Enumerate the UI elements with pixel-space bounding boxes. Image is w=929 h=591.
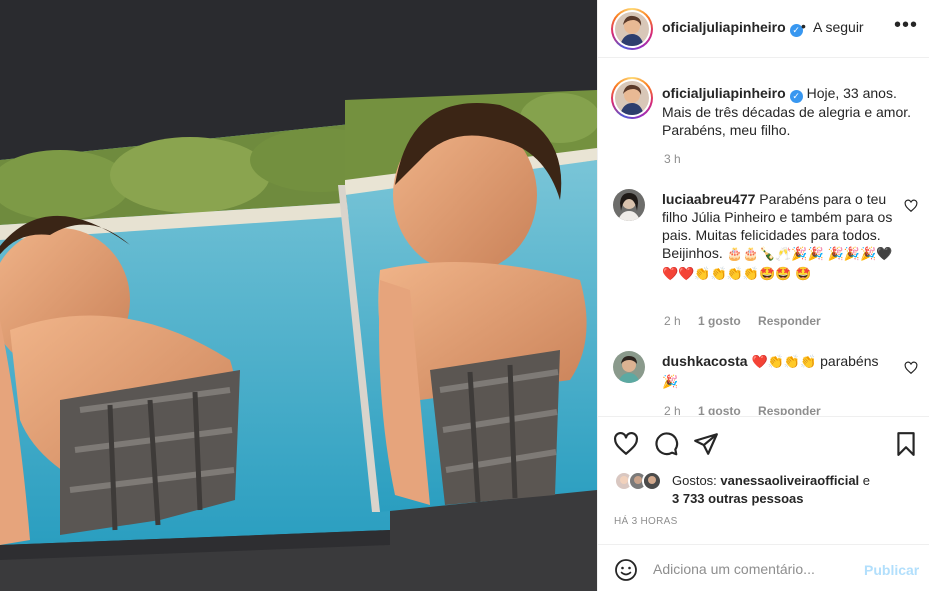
- publish-button[interactable]: Publicar: [864, 562, 919, 578]
- author-avatar[interactable]: [611, 8, 653, 50]
- comments-list[interactable]: oficialjuliapinheiro ✓ Hoje, 33 anos. Mai…: [598, 59, 929, 415]
- like-heart-icon[interactable]: [613, 431, 639, 457]
- comment-body: parabéns: [820, 353, 879, 369]
- comment-bubble-icon[interactable]: [653, 431, 679, 457]
- post-actions: Gostos: vanessaoliveiraofficial e 3 733 …: [598, 416, 929, 544]
- comment-text: luciaabreu477 Parabéns para o teu filho …: [662, 190, 894, 284]
- comment-input[interactable]: [653, 557, 853, 581]
- comment-meta: 2 h 1 gosto Responder: [664, 404, 835, 415]
- caption-author-avatar[interactable]: [611, 77, 653, 119]
- author-username[interactable]: oficialjuliapinheiro ✓: [662, 19, 803, 37]
- comment-like-heart-icon[interactable]: [904, 361, 918, 375]
- caption-avatar-image: [615, 81, 649, 115]
- following-button[interactable]: A seguir: [813, 19, 864, 35]
- liker-avatar: [642, 471, 662, 491]
- reply-button[interactable]: Responder: [758, 404, 821, 415]
- comment-emojis: 🎂🎂🍾🥂🎉🎉: [726, 247, 824, 262]
- photo-illustration: [0, 0, 597, 591]
- others-likes-count[interactable]: 3 733 outras pessoas: [672, 491, 804, 506]
- comment-timestamp[interactable]: 2 h: [664, 404, 681, 415]
- post-timestamp[interactable]: HÁ 3 HORAS: [614, 516, 678, 527]
- post-sidebar: oficialjuliapinheiro ✓ • A seguir ••• of…: [597, 0, 929, 591]
- comment-like-heart-icon[interactable]: [904, 199, 918, 213]
- comment-timestamp[interactable]: 2 h: [664, 314, 681, 328]
- comment-emojis: 🤩: [795, 267, 812, 282]
- likes-connector: e: [862, 473, 871, 488]
- comment-likes-count[interactable]: 1 gosto: [698, 404, 741, 415]
- liked-by-text: Gostos: vanessaoliveiraofficial e 3 733 …: [672, 472, 922, 508]
- comment-text: dushkacosta ❤️👏👏👏 parabéns 🎉: [662, 352, 894, 392]
- comment-meta: 2 h 1 gosto Responder: [664, 314, 835, 328]
- commenter-avatar-image: [613, 189, 645, 221]
- caption-timestamp[interactable]: 3 h: [664, 152, 681, 166]
- commenter-avatar[interactable]: [613, 351, 645, 383]
- comment-emojis: 🎉: [662, 375, 679, 390]
- emoji-smiley-icon[interactable]: [614, 558, 638, 582]
- author-avatar-image: [615, 12, 649, 46]
- reply-button[interactable]: Responder: [758, 314, 821, 328]
- add-comment-bar: Publicar: [598, 544, 929, 591]
- caption-username[interactable]: oficialjuliapinheiro: [662, 85, 786, 101]
- comment-emojis: ❤️👏👏👏: [751, 355, 817, 370]
- comment-username[interactable]: luciaabreu477: [662, 191, 755, 207]
- post-header: oficialjuliapinheiro ✓ • A seguir •••: [598, 0, 929, 58]
- post-photo[interactable]: [0, 0, 597, 591]
- commenter-avatar-image: [613, 351, 645, 383]
- comment-username[interactable]: dushkacosta: [662, 353, 748, 369]
- post-modal: oficialjuliapinheiro ✓ • A seguir ••• of…: [0, 0, 929, 591]
- likes-prefix: Gostos:: [672, 473, 717, 488]
- caption-text: oficialjuliapinheiro ✓ Hoje, 33 anos. Mai…: [662, 84, 918, 139]
- verified-badge-icon: ✓: [789, 90, 803, 103]
- liker-username[interactable]: vanessaoliveiraofficial: [720, 473, 859, 488]
- save-bookmark-icon[interactable]: [893, 431, 919, 457]
- commenter-avatar[interactable]: [613, 189, 645, 221]
- separator-dot: •: [801, 18, 806, 34]
- share-send-icon[interactable]: [693, 431, 719, 457]
- more-options-icon[interactable]: •••: [894, 14, 918, 37]
- comment-likes-count[interactable]: 1 gosto: [698, 314, 741, 328]
